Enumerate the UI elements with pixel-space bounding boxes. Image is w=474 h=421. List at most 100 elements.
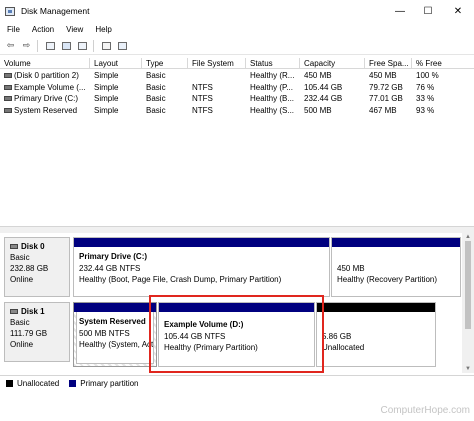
volume-type: Basic	[146, 82, 166, 92]
volume-row[interactable]: Example Volume (... Simple Basic NTFS He…	[0, 82, 474, 93]
partition-unallocated[interactable]: 5.86 GB Unallocated	[316, 302, 436, 367]
disk-icon	[10, 309, 18, 314]
partition-name	[337, 251, 461, 263]
status-bar: ComputerHope.com	[0, 390, 474, 421]
column-header-capacity[interactable]: Capacity	[300, 58, 365, 69]
column-header-status[interactable]: Status	[246, 58, 300, 69]
disk-type: Basic	[10, 318, 30, 327]
volume-file-system: NTFS	[192, 82, 213, 92]
disk-name: Disk 1	[21, 307, 45, 316]
partition-detail: 5.86 GB	[322, 331, 352, 341]
watermark: ComputerHope.com	[380, 405, 470, 416]
volume-percent-free: 93 %	[416, 105, 435, 115]
scrollbar-thumb[interactable]	[465, 241, 471, 329]
disk-management-icon	[5, 6, 15, 16]
partition-status: Healthy (System, Act	[79, 340, 153, 349]
volume-row[interactable]: System Reserved Simple Basic NTFS Health…	[0, 105, 474, 116]
disk-size: 111.79 GB	[10, 329, 48, 338]
partition-detail: 232.44 GB NTFS	[79, 263, 141, 273]
maximize-button[interactable]: ☐	[414, 0, 442, 22]
help-icon[interactable]	[60, 40, 73, 52]
volume-type: Basic	[146, 105, 166, 115]
unallocated-bar	[317, 303, 435, 312]
volume-capacity: 232.44 GB	[304, 94, 343, 103]
menu-action[interactable]: Action	[26, 25, 60, 34]
volume-free-space: 467 MB	[369, 105, 397, 115]
disk-list-icon[interactable]	[100, 40, 113, 52]
minimize-button[interactable]: —	[386, 0, 414, 22]
volume-name: Example Volume (...	[14, 82, 86, 92]
scroll-up-arrow-icon[interactable]: ▲	[462, 233, 474, 241]
primary-partition-swatch	[69, 379, 77, 387]
properties-icon[interactable]	[44, 40, 57, 52]
column-header-type[interactable]: Type	[142, 58, 188, 69]
volume-name: Primary Drive (C:)	[14, 94, 78, 103]
partition-name: Primary Drive (C:)	[79, 252, 148, 261]
disk-pane-scrollbar[interactable]: ▲ ▼	[462, 233, 474, 373]
volume-name: (Disk 0 partition 2)	[14, 71, 79, 80]
volume-free-space: 79.72 GB	[369, 82, 403, 92]
partition-status: Unallocated	[322, 343, 365, 352]
disk-icon	[10, 244, 18, 249]
menu-help[interactable]: Help	[89, 25, 117, 34]
menu-file[interactable]: File	[0, 25, 26, 34]
legend: Unallocated Primary partition	[0, 375, 474, 390]
volume-status: Healthy (S...	[250, 105, 295, 115]
partition-status: Healthy (Boot, Page File, Crash Dump, Pr…	[79, 275, 282, 284]
toolbar-separator	[93, 39, 94, 52]
refresh-icon[interactable]	[76, 40, 89, 52]
title-bar: Disk Management — ☐ ✕	[0, 0, 474, 22]
column-header-layout[interactable]: Layout	[90, 58, 142, 69]
partition-detail: 450 MB	[337, 263, 365, 273]
disk-status: Online	[10, 340, 34, 349]
volume-status: Healthy (P...	[250, 82, 293, 92]
column-header-volume[interactable]: Volume	[0, 58, 90, 69]
volume-layout: Simple	[94, 71, 119, 80]
volume-type: Basic	[146, 71, 166, 80]
volume-row[interactable]: Primary Drive (C:) Simple Basic NTFS Hea…	[0, 93, 474, 104]
volume-percent-free: 76 %	[416, 82, 435, 92]
volume-file-system	[188, 70, 246, 81]
volume-row[interactable]: (Disk 0 partition 2) Simple Basic Health…	[0, 70, 474, 81]
menu-view[interactable]: View	[60, 25, 89, 34]
back-icon[interactable]: ⇦	[4, 40, 17, 52]
volume-free-space: 77.01 GB	[369, 94, 403, 103]
volume-layout: Simple	[94, 94, 119, 103]
volume-capacity: 450 MB	[304, 71, 332, 80]
volume-free-space: 450 MB	[369, 71, 397, 80]
toolbar: ⇦ ⇨	[0, 37, 474, 55]
column-header-free-space[interactable]: Free Spa...	[365, 58, 412, 69]
volume-layout: Simple	[94, 82, 119, 92]
volume-status: Healthy (R...	[250, 71, 295, 80]
partition-recovery[interactable]: 450 MB Healthy (Recovery Partition)	[331, 237, 461, 297]
toolbar-separator	[37, 39, 38, 52]
disk-1-label[interactable]: Disk 1 Basic 111.79 GB Online	[4, 302, 70, 362]
volume-file-system: NTFS	[192, 105, 213, 115]
highlight-box	[149, 295, 324, 373]
volume-layout: Simple	[94, 105, 119, 115]
partition-primary-drive-c[interactable]: Primary Drive (C:) 232.44 GB NTFS Health…	[73, 237, 330, 297]
column-header-file-system[interactable]: File System	[188, 58, 246, 69]
partition-detail: 500 MB NTFS	[79, 328, 130, 338]
primary-partition-bar	[332, 238, 460, 247]
column-header-percent-free[interactable]: % Free	[412, 58, 474, 69]
volume-capacity: 500 MB	[304, 105, 332, 115]
legend-unallocated: Unallocated	[17, 378, 60, 388]
scroll-down-arrow-icon[interactable]: ▼	[462, 365, 474, 373]
menu-bar: File Action View Help	[0, 22, 474, 36]
partition-name: System Reserved	[79, 317, 146, 326]
partition-system-reserved[interactable]: System Reserved 500 MB NTFS Healthy (Sys…	[74, 303, 156, 364]
volume-capacity: 105.44 GB	[304, 82, 343, 92]
primary-partition-bar	[74, 238, 329, 247]
window-title: Disk Management	[21, 6, 90, 16]
view-settings-icon[interactable]	[116, 40, 129, 52]
disk-status: Online	[10, 275, 34, 284]
disk-size: 232.88 GB	[10, 264, 49, 273]
forward-icon[interactable]: ⇨	[20, 40, 33, 52]
partition-name	[322, 319, 434, 331]
disk-type: Basic	[10, 253, 30, 262]
legend-primary-partition: Primary partition	[80, 378, 139, 388]
volume-type: Basic	[146, 94, 166, 103]
close-button[interactable]: ✕	[444, 0, 472, 22]
disk-0-label[interactable]: Disk 0 Basic 232.88 GB Online	[4, 237, 70, 297]
